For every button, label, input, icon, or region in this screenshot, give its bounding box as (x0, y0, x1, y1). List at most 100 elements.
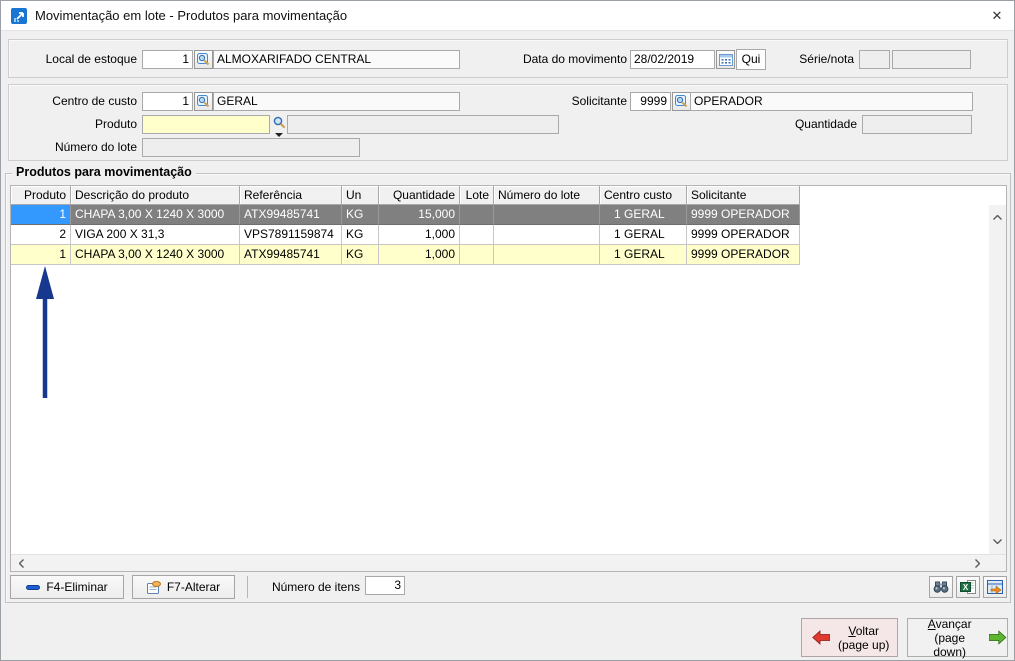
col-header-centro-custo[interactable]: Centro custo (600, 186, 687, 205)
col-header-lote[interactable]: Lote (460, 186, 494, 205)
cell-numero-lote[interactable] (494, 245, 600, 265)
centro-custo-code-field[interactable]: 1 (142, 92, 193, 111)
grid-row-3[interactable]: 1 CHAPA 3,00 X 1240 X 3000 ATX99485741 K… (11, 245, 800, 265)
title-bar: Movimentação em lote - Produtos para mov… (1, 1, 1014, 31)
cell-lote[interactable] (460, 205, 494, 225)
data-movimento-field[interactable]: 28/02/2019 (630, 50, 715, 69)
cell-solicitante[interactable]: 9999 OPERADOR (687, 245, 800, 265)
item-count-field: 3 (365, 576, 405, 595)
col-header-un[interactable]: Un (342, 186, 379, 205)
centro-custo-lookup-button[interactable] (194, 92, 213, 111)
cell-centro-custo[interactable]: 1 GERAL (600, 245, 687, 265)
forward-page-down-button[interactable]: Avançar (page down) (907, 618, 1008, 657)
export-report-button[interactable] (983, 576, 1007, 598)
magnifier-icon (675, 95, 688, 108)
cell-solicitante[interactable]: 9999 OPERADOR (687, 225, 800, 245)
solicitante-code-field[interactable]: 9999 (630, 92, 671, 111)
cell-centro-custo[interactable]: 1 GERAL (600, 205, 687, 225)
col-header-solicitante[interactable]: Solicitante (687, 186, 800, 205)
col-header-descricao[interactable]: Descrição do produto (71, 186, 240, 205)
header-form-panel: Local de estoque 1 ALMOXARIFADO CENTRAL … (8, 39, 1008, 78)
cell-descricao[interactable]: CHAPA 3,00 X 1240 X 3000 (71, 245, 240, 265)
cell-lote[interactable] (460, 225, 494, 245)
cell-descricao[interactable]: VIGA 200 X 31,3 (71, 225, 240, 245)
cell-un[interactable]: KG (342, 225, 379, 245)
close-button[interactable]: ✕ (980, 1, 1014, 31)
window-title: Movimentação em lote - Produtos para mov… (35, 1, 347, 31)
cell-numero-lote[interactable] (494, 225, 600, 245)
nota-field (892, 50, 971, 69)
produto-dropdown-arrow-icon[interactable] (275, 133, 283, 137)
solicitante-name-field: OPERADOR (690, 92, 973, 111)
svg-text:X: X (963, 583, 969, 592)
produto-input[interactable] (142, 115, 270, 134)
produto-label: Produto (9, 115, 137, 134)
numero-lote-label: Número do lote (9, 138, 137, 157)
calendar-icon (719, 53, 733, 66)
search-button[interactable] (929, 576, 953, 598)
back-button-sublabel: (page up) (838, 638, 889, 652)
forward-button-sublabel: (page down) (917, 631, 982, 659)
cell-centro-custo[interactable]: 1 GERAL (600, 225, 687, 245)
cell-referencia[interactable]: VPS7891159874 (240, 225, 342, 245)
cell-lote[interactable] (460, 245, 494, 265)
annotation-arrow-up (33, 266, 73, 401)
serie-nota-label: Série/nota (754, 50, 854, 69)
f7-edit-button[interactable]: F7-Alterar (132, 575, 235, 599)
scroll-left-icon[interactable] (13, 555, 30, 572)
binoculars-icon (933, 581, 949, 593)
grid-row-2[interactable]: 2 VIGA 200 X 31,3 VPS7891159874 KG 1,000… (11, 225, 800, 245)
col-header-quantidade[interactable]: Quantidade (379, 186, 460, 205)
cell-referencia[interactable]: ATX99485741 (240, 245, 342, 265)
green-right-arrow-icon (989, 630, 1007, 645)
cell-produto[interactable]: 1 (11, 245, 71, 265)
magnifier-icon (197, 95, 210, 108)
local-estoque-lookup-button[interactable] (194, 50, 213, 69)
cell-produto[interactable]: 2 (11, 225, 71, 245)
export-excel-button[interactable]: X (956, 576, 980, 598)
scroll-down-icon[interactable] (989, 533, 1006, 550)
report-export-icon (987, 580, 1003, 594)
cell-referencia[interactable]: ATX99485741 (240, 205, 342, 225)
cell-descricao[interactable]: CHAPA 3,00 X 1240 X 3000 (71, 205, 240, 225)
cell-produto[interactable]: 1 (11, 205, 71, 225)
cell-quantidade[interactable]: 1,000 (379, 225, 460, 245)
calendar-button[interactable] (716, 50, 735, 69)
edit-note-icon (147, 581, 161, 594)
cell-quantidade[interactable]: 1,000 (379, 245, 460, 265)
produto-lookup-icon[interactable] (272, 115, 287, 130)
entry-form-panel: Centro de custo 1 GERAL Solicitante 9999… (8, 84, 1008, 161)
cell-un[interactable]: KG (342, 205, 379, 225)
serie-field (859, 50, 890, 69)
col-header-referencia[interactable]: Referência (240, 186, 342, 205)
local-estoque-label: Local de estoque (9, 50, 137, 69)
item-count-label: Número de itens (256, 578, 360, 597)
col-header-produto[interactable]: Produto (11, 186, 71, 205)
solicitante-lookup-button[interactable] (672, 92, 691, 111)
cell-solicitante[interactable]: 9999 OPERADOR (687, 205, 800, 225)
cell-quantidade[interactable]: 15,000 (379, 205, 460, 225)
quantidade-field (862, 115, 972, 134)
grid-vertical-scrollbar[interactable] (989, 205, 1006, 554)
products-groupbox: Produtos para movimentação Produto Descr… (5, 173, 1011, 603)
grid-horizontal-scrollbar[interactable] (11, 554, 1006, 571)
local-estoque-code-field[interactable]: 1 (142, 50, 193, 69)
back-button-label: Voltar (838, 624, 889, 638)
groupbox-title: Produtos para movimentação (12, 165, 196, 179)
f4-delete-button[interactable]: F4-Eliminar (10, 575, 124, 599)
movement-dialog-window: Movimentação em lote - Produtos para mov… (0, 0, 1015, 661)
f4-delete-label: F4-Eliminar (46, 580, 107, 594)
scroll-right-icon[interactable] (969, 555, 986, 572)
forward-button-label: Avançar (917, 617, 982, 631)
app-icon (11, 8, 27, 24)
cell-un[interactable]: KG (342, 245, 379, 265)
minus-icon (26, 585, 40, 590)
products-grid: Produto Descrição do produto Referência … (10, 185, 1007, 572)
numero-lote-field (142, 138, 360, 157)
cell-numero-lote[interactable] (494, 205, 600, 225)
grid-header-row: Produto Descrição do produto Referência … (11, 186, 800, 205)
scroll-up-icon[interactable] (989, 209, 1006, 226)
col-header-numero-lote[interactable]: Número do lote (494, 186, 600, 205)
grid-row-1[interactable]: 1 CHAPA 3,00 X 1240 X 3000 ATX99485741 K… (11, 205, 800, 225)
back-page-up-button[interactable]: Voltar (page up) (801, 618, 898, 657)
